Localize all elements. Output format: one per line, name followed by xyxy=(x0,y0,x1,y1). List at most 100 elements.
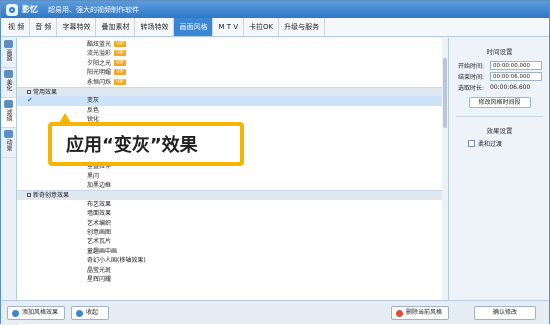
delete-icon xyxy=(396,309,403,317)
soft-transition-label: 柔和过渡 xyxy=(478,141,503,148)
list-item[interactable]: 布艺效果 xyxy=(17,200,443,209)
add-style-effect-label: 添加风格效果 xyxy=(22,309,59,316)
app-window: 影忆 超易用、强大的视频制作软件 视 频 音 频 字幕特效 叠加素材 转场特效 … xyxy=(0,0,550,325)
list-item[interactable]: 创意画图 xyxy=(17,228,443,237)
tab-audio[interactable]: 音 频 xyxy=(30,18,58,36)
collapse-button[interactable]: 收起 xyxy=(71,306,109,320)
tab-karaoke[interactable]: 卡拉OK xyxy=(244,18,280,36)
confirm-modify-button[interactable]: 确认修改 xyxy=(474,306,536,320)
vip-badge: VIP xyxy=(114,50,126,57)
tab-picture-style[interactable]: 画面风格 xyxy=(174,18,214,36)
start-time-input[interactable]: 00:00:00.000 xyxy=(490,61,542,70)
checkmark-icon: ✔ xyxy=(27,96,33,105)
list-item-label: 常用效果 xyxy=(33,89,58,96)
start-time-row: 开始时间: 00:00:00.000 xyxy=(450,60,549,71)
vip-badge: VIP xyxy=(114,59,126,66)
list-item-label: 永恒闪烁 xyxy=(87,78,112,86)
scrollbar-thumb[interactable] xyxy=(443,58,447,128)
list-group-header[interactable]: 常用效果 xyxy=(17,87,443,97)
list-item-label: 加黑边框 xyxy=(87,182,112,189)
list-item[interactable]: 夕阳之光 VIP xyxy=(17,59,443,68)
start-time-label: 开始时间: xyxy=(458,63,485,70)
filter-icon xyxy=(4,100,13,108)
checkbox-box[interactable] xyxy=(468,140,475,147)
list-item-label: 童趣画中画 xyxy=(87,247,118,255)
add-icon xyxy=(12,309,19,317)
motion-icon xyxy=(4,130,13,138)
list-item-label: 新奇创意效果 xyxy=(33,192,70,200)
list-item[interactable]: 流光溢彩 VIP xyxy=(17,49,443,58)
tool-filter-label: 滤镜 xyxy=(5,109,12,121)
list-item-label: 夕阳之光 xyxy=(87,59,112,67)
tab-upgrade-service[interactable]: 升级与服务 xyxy=(279,18,326,36)
tab-video[interactable]: 视 频 xyxy=(3,18,31,36)
settings-panel: 时间设置 开始时间: 00:00:00.000 结束时间: 00:00:06.0… xyxy=(450,38,549,300)
effect-list: 星辉闪耀 晶莹光斑 奇幻小人国(移轴效果) 童趣画中画 艺术瓦片 创意画图 艺术编织 墙面效果… xyxy=(17,38,449,300)
tool-motion-label: 动景 xyxy=(5,139,12,151)
duration-row: 选取时长: 00:00:06.600 xyxy=(450,82,549,93)
list-item-label: 创意画图 xyxy=(87,229,112,236)
image-icon xyxy=(4,40,13,48)
end-time-input[interactable]: 00:00:06.000 xyxy=(490,72,542,81)
list-item[interactable]: 酷炫蓝光 VIP xyxy=(17,40,443,49)
end-time-row: 结束时间: 00:00:06.000 xyxy=(450,71,549,82)
list-item[interactable]: 阳光明媚 VIP xyxy=(17,68,443,77)
vip-badge: VIP xyxy=(114,78,126,85)
tool-picture[interactable]: 画面 xyxy=(1,38,16,68)
list-item[interactable]: 童趣画中画 xyxy=(17,247,443,256)
list-scrollbar[interactable] xyxy=(442,38,448,300)
list-item-label: 艺术编织 xyxy=(87,219,112,227)
time-settings-title: 时间设置 xyxy=(486,48,513,56)
vip-badge: VIP xyxy=(114,41,126,47)
add-style-effect-button[interactable]: 添加风格效果 xyxy=(7,306,65,320)
list-item-label: 反色 xyxy=(87,106,100,114)
title-bar: 影忆 超易用、强大的视频制作软件 xyxy=(1,1,549,18)
list-item-label: 布艺效果 xyxy=(87,200,112,208)
list-item[interactable]: 黑闪 xyxy=(17,172,443,181)
app-slogan: 超易用、强大的视频制作软件 xyxy=(48,5,139,14)
vip-badge: VIP xyxy=(114,69,126,76)
list-item[interactable]: 晶莹光斑 xyxy=(17,266,443,275)
list-item[interactable]: 永恒闪烁 VIP xyxy=(17,78,443,87)
duration-value: 00:00:06.600 xyxy=(490,84,531,91)
list-item-label: 墙面效果 xyxy=(87,210,112,218)
soft-transition-checkbox[interactable]: 柔和过渡 xyxy=(450,139,549,148)
section-divider xyxy=(456,116,543,117)
magic-wand-icon xyxy=(4,70,13,78)
list-group-header[interactable]: 新奇创意效果 xyxy=(17,190,443,200)
list-item[interactable]: 奇幻小人国(移轴效果) xyxy=(17,256,443,265)
list-item[interactable]: 墙面效果 xyxy=(17,209,443,218)
tool-filter[interactable]: 滤镜 xyxy=(1,98,16,128)
tab-subtitle-effects[interactable]: 字幕特效 xyxy=(57,18,97,36)
collapse-label: 收起 xyxy=(86,309,99,316)
tool-beautify-label: 美化 xyxy=(5,79,12,91)
collapse-toggle-icon[interactable] xyxy=(27,90,31,94)
list-item[interactable]: 反色 xyxy=(17,106,443,115)
list-item-label: 阳光明媚 xyxy=(87,69,112,77)
list-item[interactable]: 艺术瓦片 xyxy=(17,237,443,246)
main-tab-bar: 视 频 音 频 字幕特效 叠加素材 转场特效 画面风格 M T V 卡拉OK 升… xyxy=(1,18,549,37)
delete-style-button[interactable]: 删除当前风格 xyxy=(391,306,449,320)
tool-motion[interactable]: 动景 xyxy=(1,128,16,158)
callout-annotation: 应用“变灰”效果 xyxy=(48,122,244,166)
list-item-label: 黑闪 xyxy=(87,172,100,180)
left-tool-strip: 画面 美化 滤镜 动景 xyxy=(1,38,17,325)
tool-picture-label: 画面 xyxy=(5,49,12,61)
list-item[interactable]: 星辉闪耀 xyxy=(17,275,443,284)
collapse-toggle-icon[interactable] xyxy=(27,193,31,198)
list-item-label: 变灰 xyxy=(87,97,100,105)
app-logo-icon xyxy=(6,3,18,16)
modify-style-time-button[interactable]: 修改风格时间段 xyxy=(468,97,531,108)
tab-transition-effects[interactable]: 转场特效 xyxy=(135,18,175,36)
list-item[interactable]: ✔ 变灰 xyxy=(17,96,443,106)
list-item[interactable]: 加黑边框 xyxy=(17,181,443,190)
tab-overlay-material[interactable]: 叠加素材 xyxy=(96,18,136,36)
tool-beautify[interactable]: 美化 xyxy=(1,68,16,98)
effect-settings-title: 效果设置 xyxy=(486,127,513,135)
list-item-label: 奇幻小人国(移轴效果) xyxy=(87,257,146,265)
bottom-bar: 添加风格效果 收起 删除当前风格 确认修改 xyxy=(1,300,549,324)
tab-mtv[interactable]: M T V xyxy=(213,18,245,36)
list-item-label: 艺术瓦片 xyxy=(87,238,112,246)
list-item[interactable]: 艺术编织 xyxy=(17,219,443,228)
list-item-label: 酷炫蓝光 xyxy=(87,41,112,48)
